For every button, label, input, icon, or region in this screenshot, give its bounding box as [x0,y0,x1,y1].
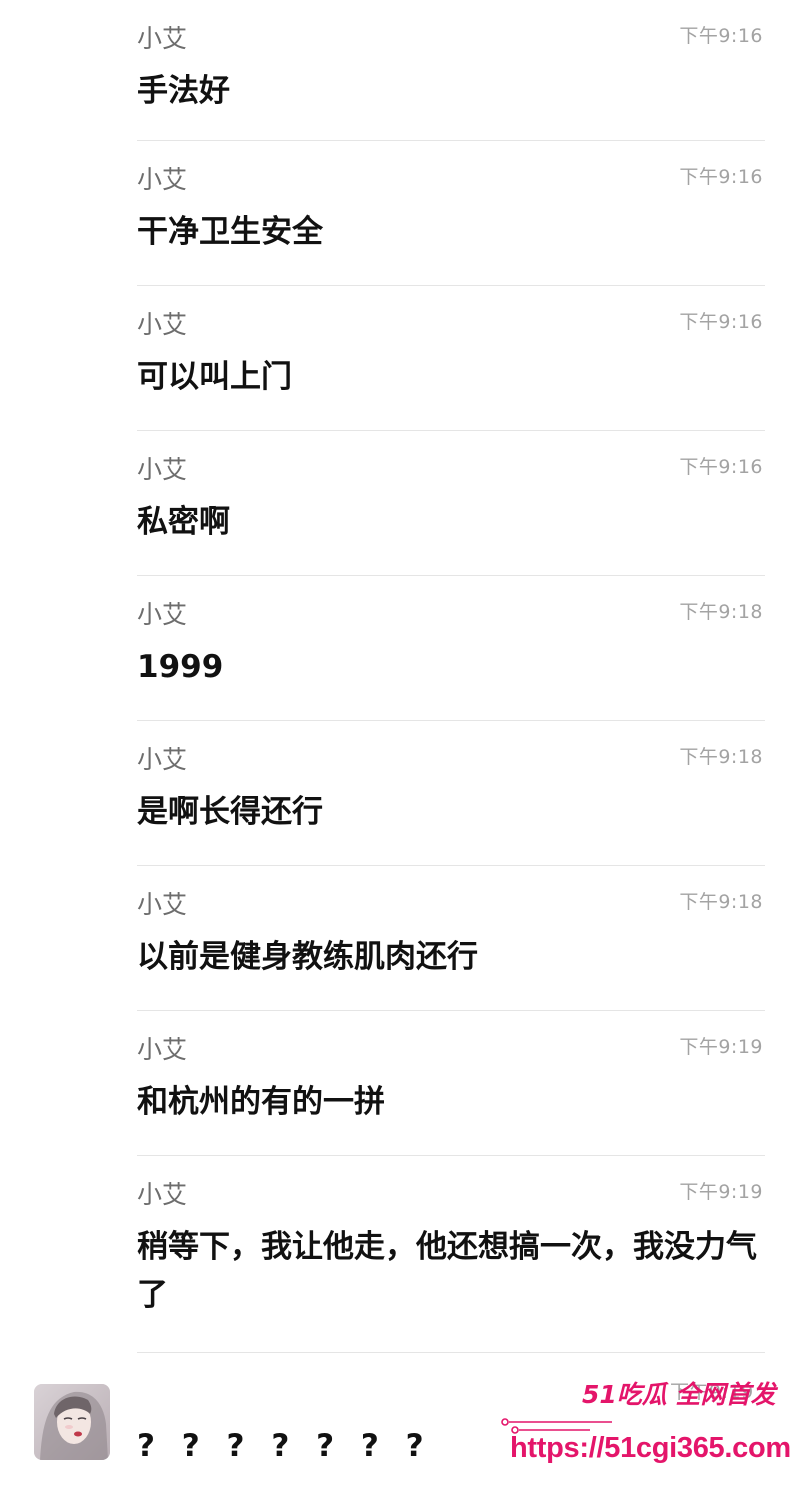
message-time: 下午9:18 [679,746,763,768]
message-text: 1999 [137,649,224,685]
message-text: 可以叫上门 [137,359,292,395]
message-item[interactable]: 小艾 下午9:18 以前是健身教练肌肉还行 [137,866,765,1011]
message-item[interactable]: 小艾 下午9:19 稍等下，我让他走，他还想搞一次，我没力气了 [137,1156,765,1353]
chat-message-list[interactable]: 小艾 下午9:16 手法好 小艾 下午9:16 干净卫生安全 小艾 下午9:16… [0,0,800,1488]
message-text: 干净卫生安全 [137,214,323,250]
sender-name: 小艾 [137,165,188,194]
avatar-portrait-image [34,1384,110,1460]
watermark-brand: 51吃瓜 全网首发 [582,1380,776,1409]
message-item[interactable]: 小艾 下午9:16 可以叫上门 [137,286,765,431]
message-time: 下午9:19 [679,1036,763,1058]
message-item[interactable]: 小艾 下午9:18 1999 [137,576,765,721]
message-text: 以前是健身教练肌肉还行 [137,939,478,975]
sender-name: 小艾 [137,1180,188,1209]
message-time: 下午9:18 [679,601,763,623]
sender-name: 小艾 [137,455,188,484]
message-time: 下午9:16 [679,166,763,188]
message-item[interactable]: 小艾 下午9:18 是啊长得还行 [137,721,765,866]
sender-name: 小艾 [137,24,188,53]
message-item[interactable]: 小艾 下午9:16 干净卫生安全 [137,141,765,286]
sender-name: 小艾 [137,1035,188,1064]
message-text: ? ? ? ? ? ? ? [137,1428,432,1464]
sender-name: 小艾 [137,310,188,339]
sender-name: 小艾 [137,600,188,629]
watermark-url: https://51cgi365.com [510,1432,791,1464]
sender-name: 小艾 [137,890,188,919]
avatar[interactable] [34,1384,110,1460]
sender-name: 小艾 [137,745,188,774]
message-text: 稍等下，我让他走，他还想搞一次，我没力气了 [137,1229,757,1313]
message-text: 是啊长得还行 [137,794,323,830]
message-time: 下午9:16 [679,25,763,47]
message-text: 和杭州的有的一拼 [137,1084,385,1120]
message-time: 下午9:16 [679,456,763,478]
message-time: 下午9:18 [679,891,763,913]
message-time: 下午9:19 [679,1181,763,1203]
message-item[interactable]: 小艾 下午9:19 和杭州的有的一拼 [137,1011,765,1156]
message-item[interactable]: 小艾 下午9:16 手法好 [137,0,765,141]
message-item[interactable]: 小艾 下午9:16 私密啊 [137,431,765,576]
message-time: 下午9:16 [679,311,763,333]
message-text: 私密啊 [137,504,230,540]
watermark: 51吃瓜 全网首发 https://51cgi365.com [500,1372,800,1484]
message-text: 手法好 [137,73,230,109]
